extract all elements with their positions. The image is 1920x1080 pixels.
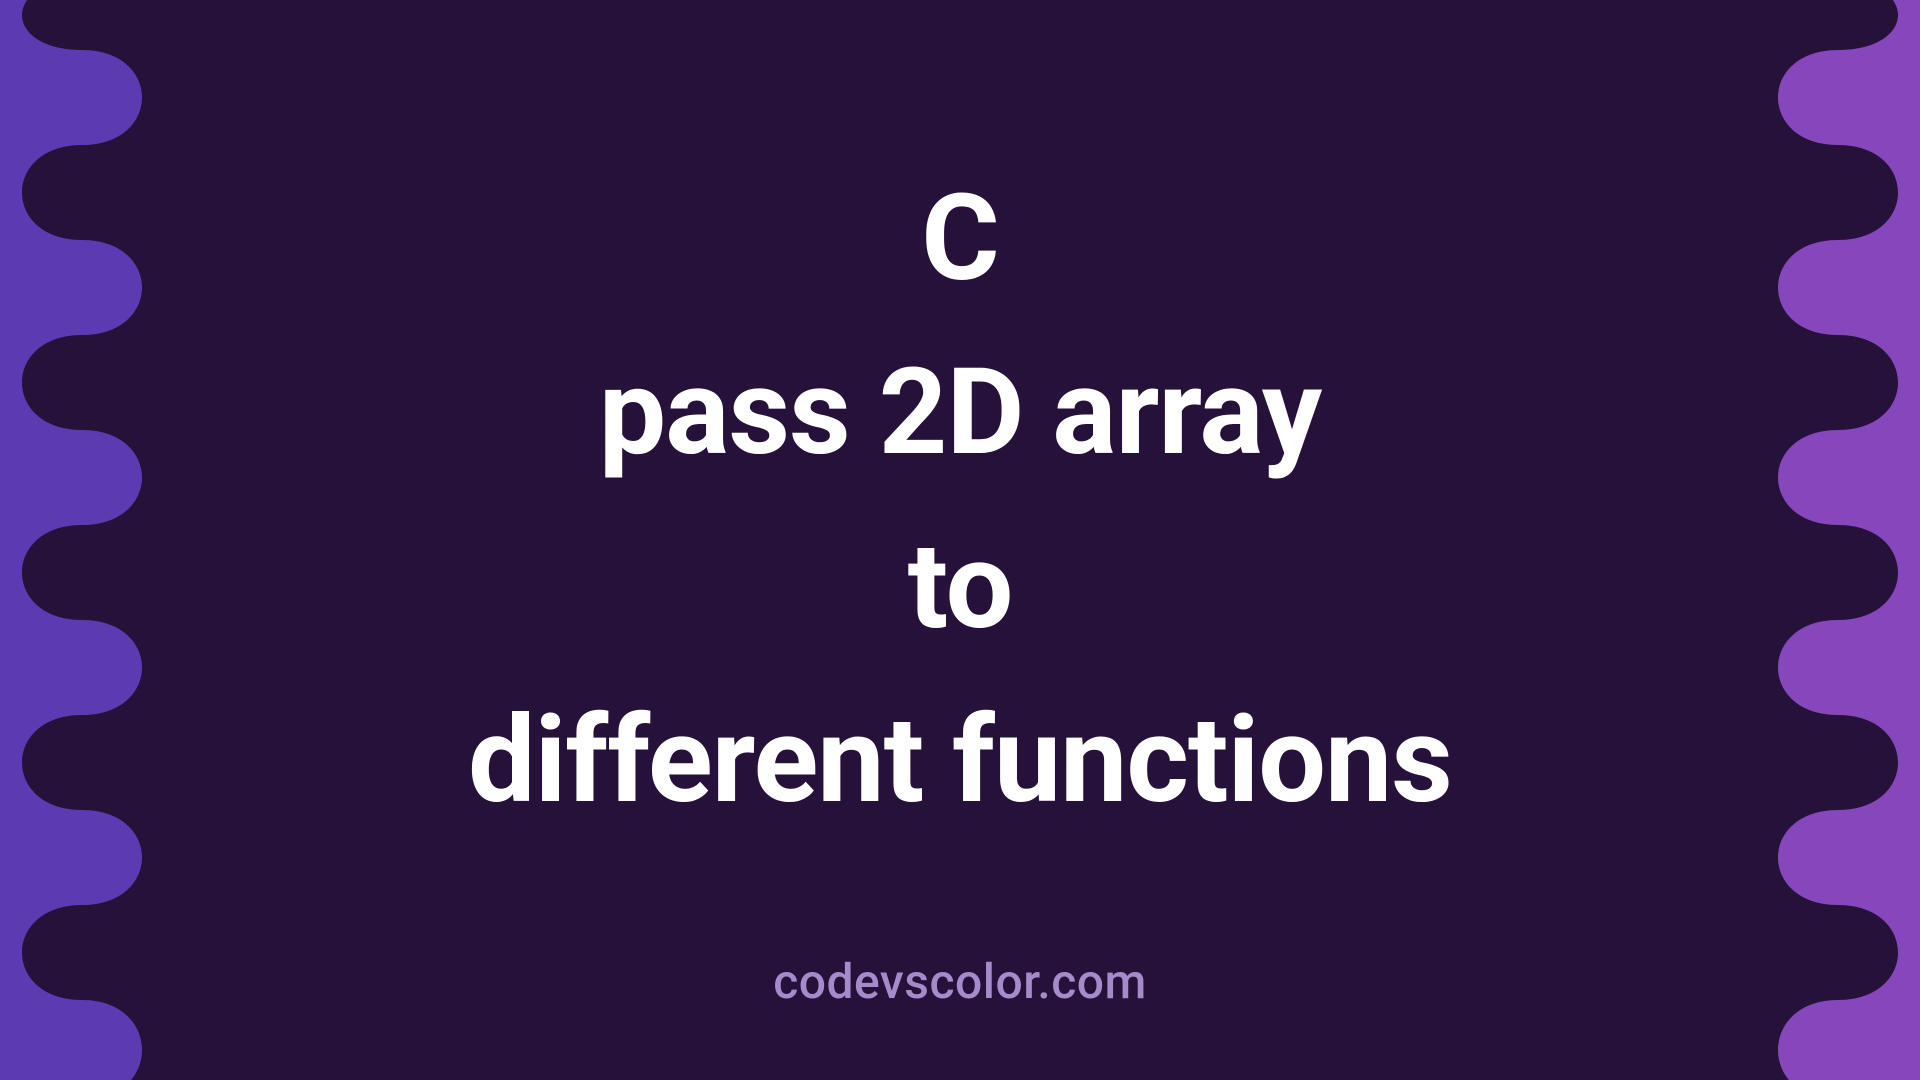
main-content: C pass 2D array to different functions <box>0 0 1920 1080</box>
title-line-1: C <box>468 152 1452 326</box>
title-line-3: to <box>468 500 1452 674</box>
site-watermark: codevscolor.com <box>0 953 1920 1010</box>
title-line-4: different functions <box>468 674 1452 848</box>
title-line-2: pass 2D array <box>468 326 1452 500</box>
hero-title: C pass 2D array to different functions <box>468 152 1452 848</box>
